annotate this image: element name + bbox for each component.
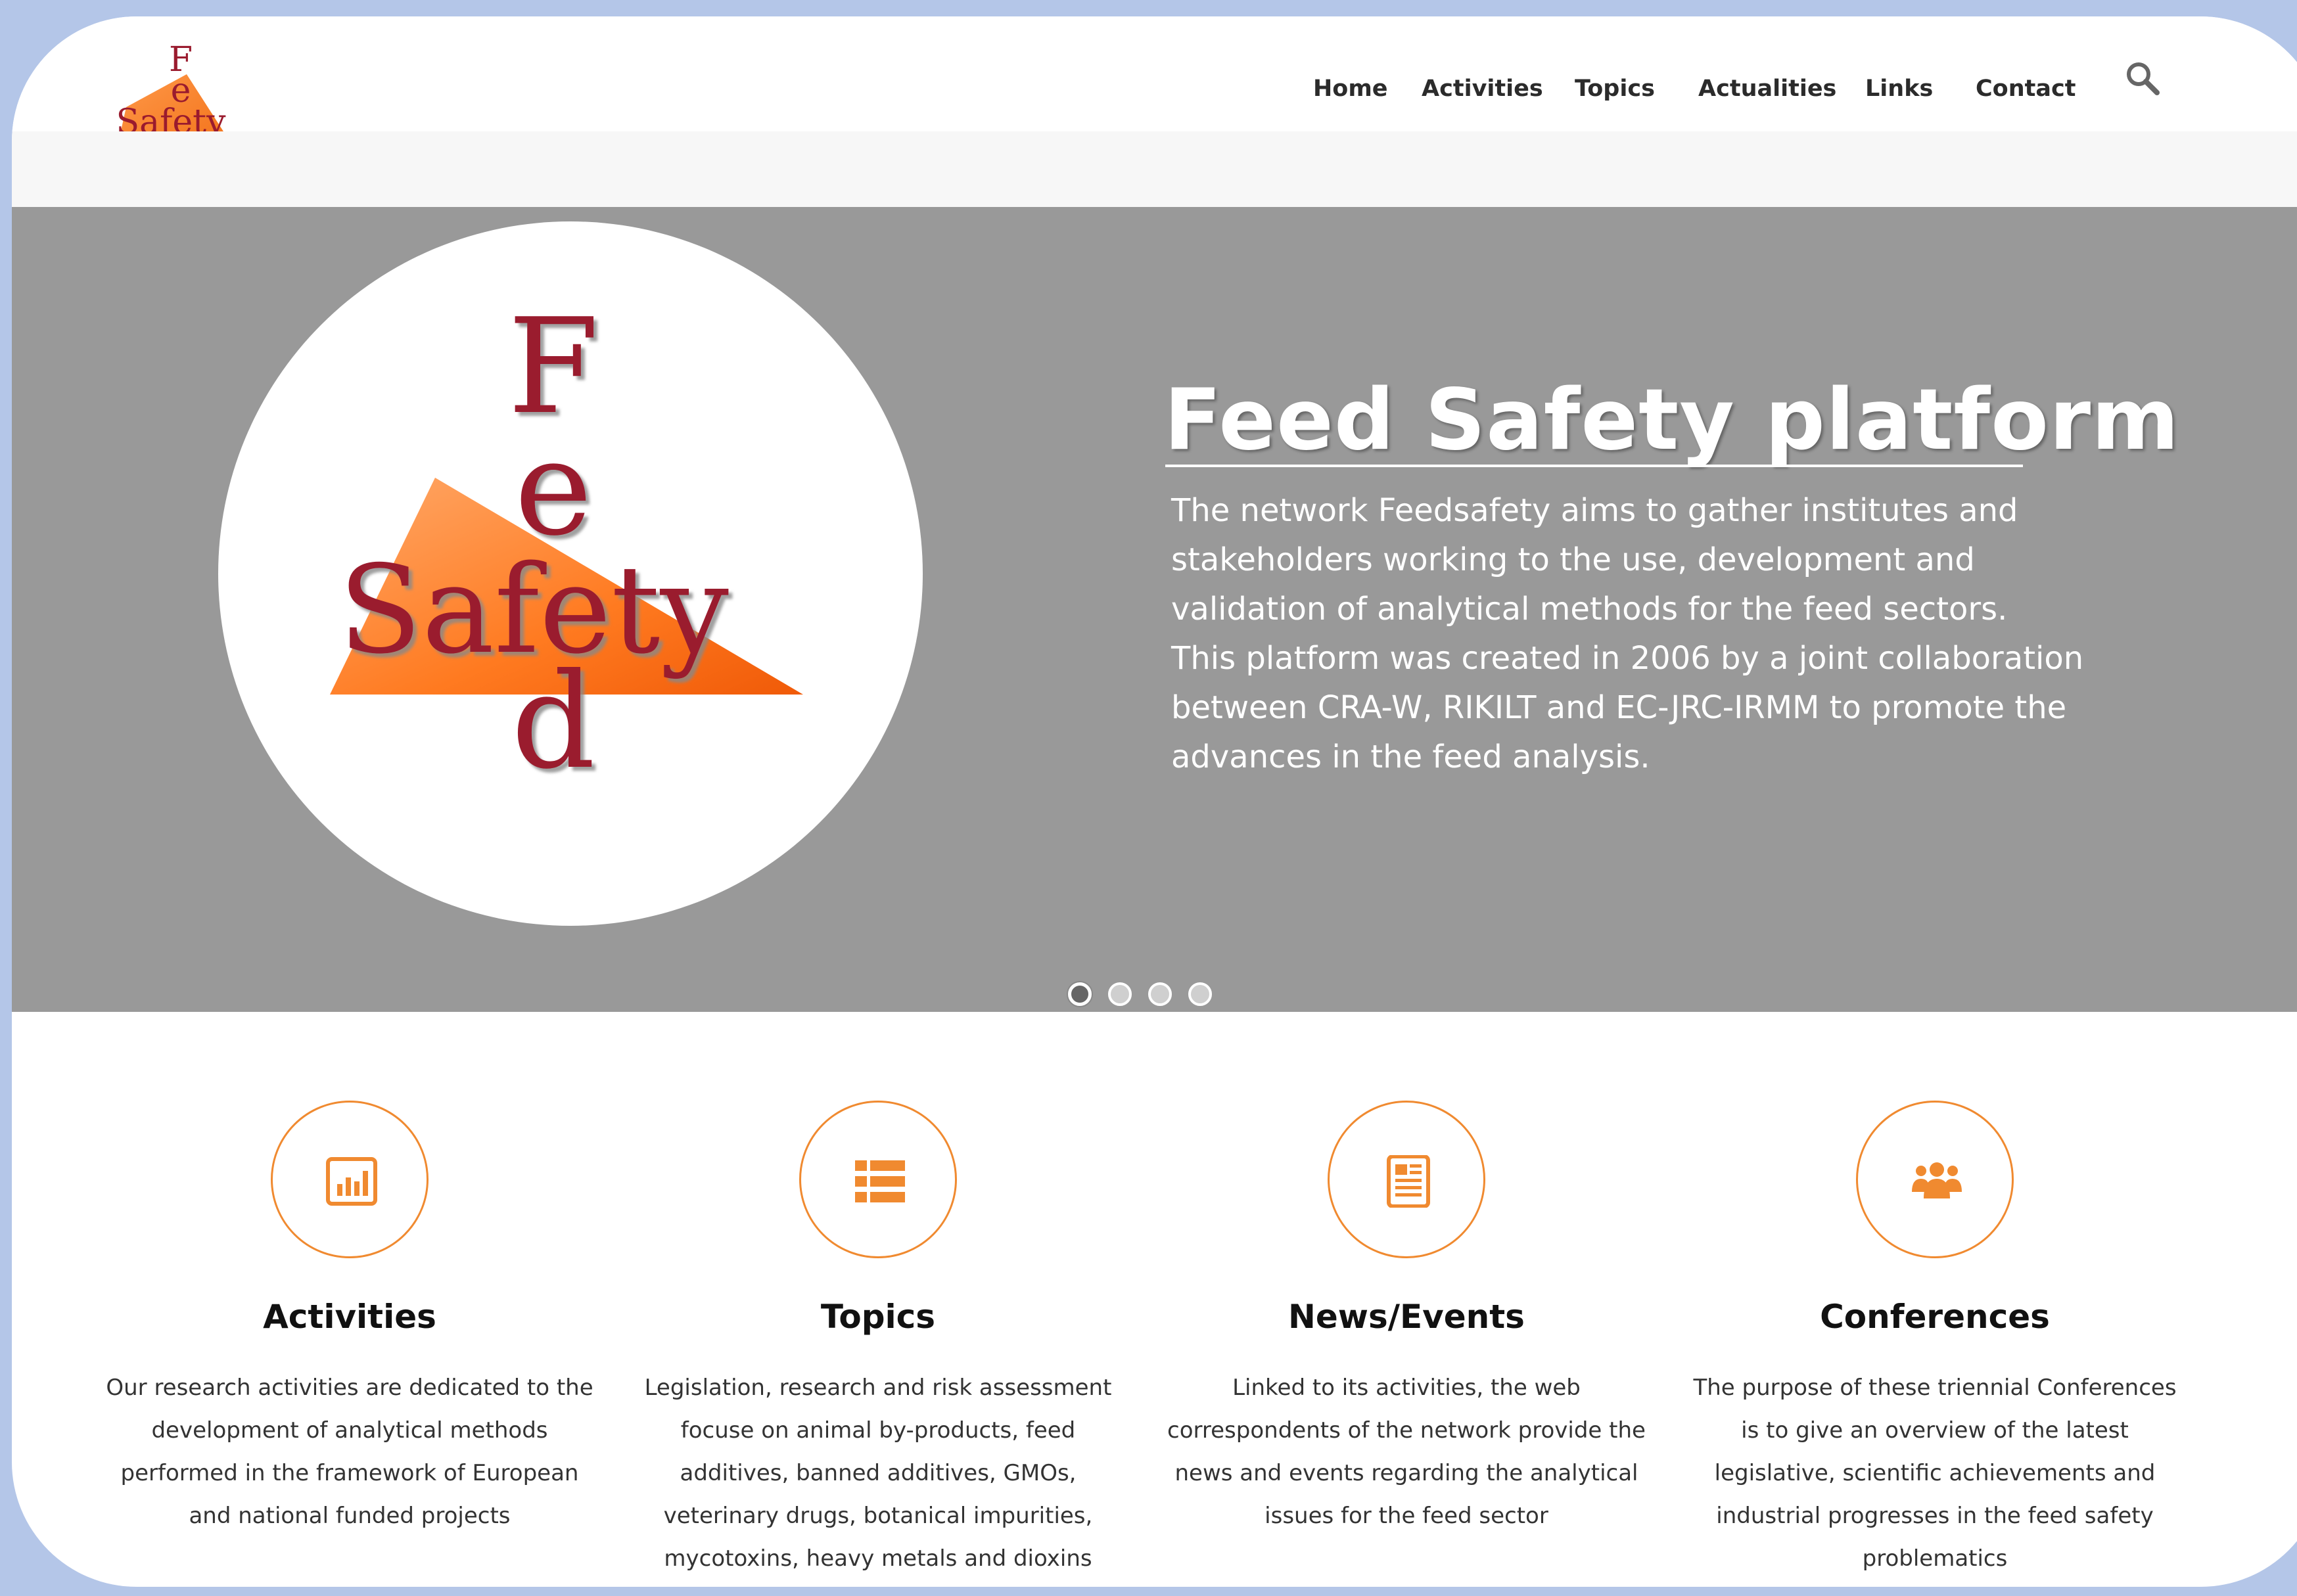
hero-text-line: between CRA-W, RIKILT and EC-JRC-IRMM to… (1171, 689, 2067, 726)
site-header: F e Safety d Home Activities Topics Actu… (12, 16, 2297, 173)
header-subband (12, 131, 2297, 207)
feature-text-line: Linked to its activities, the web (1232, 1375, 1581, 1401)
nav-actualities[interactable]: Actualities (1698, 76, 1836, 102)
hero-text-line: advances in the feed analysis. (1171, 739, 1650, 775)
feature-text-line: mycotoxins, heavy metals and dioxins (664, 1545, 1092, 1572)
feature-topics-circle[interactable] (799, 1101, 957, 1258)
feature-text-line: Our research activities are dedicated to… (106, 1375, 593, 1401)
hero-slider: F e Safety d Feed Safety platform The ne… (12, 207, 2297, 1012)
nav-links[interactable]: Links (1865, 76, 1933, 102)
main-nav: Home Activities Topics Actualities Links… (12, 76, 2297, 108)
feature-text-line: correspondents of the network provide th… (1167, 1417, 1646, 1444)
slider-dot-4[interactable] (1188, 982, 1212, 1006)
hero-text-line: validation of analytical methods for the… (1171, 591, 2008, 627)
hero-title: Feed Safety platform (1164, 371, 2180, 469)
list-icon (855, 1160, 905, 1202)
feature-activities-circle[interactable] (271, 1101, 429, 1258)
hero-title-underline (1165, 465, 2023, 467)
feature-topics-title[interactable]: Topics (622, 1298, 1134, 1336)
bar-chart-icon (326, 1157, 377, 1206)
slider-dot-2[interactable] (1108, 982, 1132, 1006)
nav-activities[interactable]: Activities (1422, 76, 1543, 102)
feature-news-events-text: Linked to its activities, the web corres… (1150, 1367, 1663, 1538)
feature-activities-title[interactable]: Activities (93, 1298, 606, 1336)
feature-text-line: is to give an overview of the latest (1741, 1417, 2129, 1444)
hero-text-line: This platform was created in 2006 by a j… (1171, 640, 2084, 677)
feature-text-line: development of analytical methods (151, 1417, 548, 1444)
hero-text-line: The network Feedsafety aims to gather in… (1171, 492, 2018, 529)
feature-text-line: legislative, scientific achievements and (1714, 1460, 2156, 1486)
feature-conferences-text: The purpose of these triennial Conferenc… (1679, 1367, 2191, 1580)
slider-dot-3[interactable] (1148, 982, 1172, 1006)
feature-topics-text: Legislation, research and risk assessmen… (622, 1367, 1134, 1580)
feature-text-line: focuse on animal by-products, feed (680, 1417, 1076, 1444)
feature-text-line: news and events regarding the analytical (1174, 1460, 1638, 1486)
nav-home[interactable]: Home (1313, 76, 1388, 102)
feature-conferences-circle[interactable] (1856, 1101, 2014, 1258)
feature-text-line: Legislation, research and risk assessmen… (644, 1375, 1112, 1401)
feed-safety-logo: F e Safety d (330, 290, 803, 798)
newspaper-icon (1387, 1155, 1430, 1208)
feature-text-line: performed in the framework of European (120, 1460, 579, 1486)
search-icon[interactable] (2123, 58, 2162, 98)
page-frame: F e Safety d Home Activities Topics Actu… (12, 16, 2297, 1587)
hero-description: The network Feedsafety aims to gather in… (1171, 486, 2085, 782)
hero-logo-letter-d: d (511, 645, 595, 798)
feature-conferences-title[interactable]: Conferences (1679, 1298, 2191, 1336)
nav-topics[interactable]: Topics (1575, 76, 1655, 102)
feature-text-line: issues for the feed sector (1265, 1503, 1548, 1529)
feature-text-line: The purpose of these triennial Conferenc… (1693, 1375, 2177, 1401)
feature-text-line: additives, banned additives, GMOs, (680, 1460, 1077, 1486)
feature-text-line: industrial progresses in the feed safety (1716, 1503, 2154, 1529)
feature-text-line: and national funded projects (189, 1503, 511, 1529)
hero-text-line: stakeholders working to the use, develop… (1171, 541, 1975, 578)
feature-news-events-title[interactable]: News/Events (1150, 1298, 1663, 1336)
feature-activities-text: Our research activities are dedicated to… (93, 1367, 606, 1538)
nav-contact[interactable]: Contact (1976, 76, 2076, 102)
feature-news-events-circle[interactable] (1328, 1101, 1485, 1258)
users-icon (1912, 1162, 1962, 1198)
feature-text-line: veterinary drugs, botanical impurities, (663, 1503, 1093, 1529)
feature-text-line: problematics (1862, 1545, 2008, 1572)
slider-dot-1[interactable] (1068, 982, 1092, 1006)
hero-logo-circle: F e Safety d (218, 221, 923, 926)
